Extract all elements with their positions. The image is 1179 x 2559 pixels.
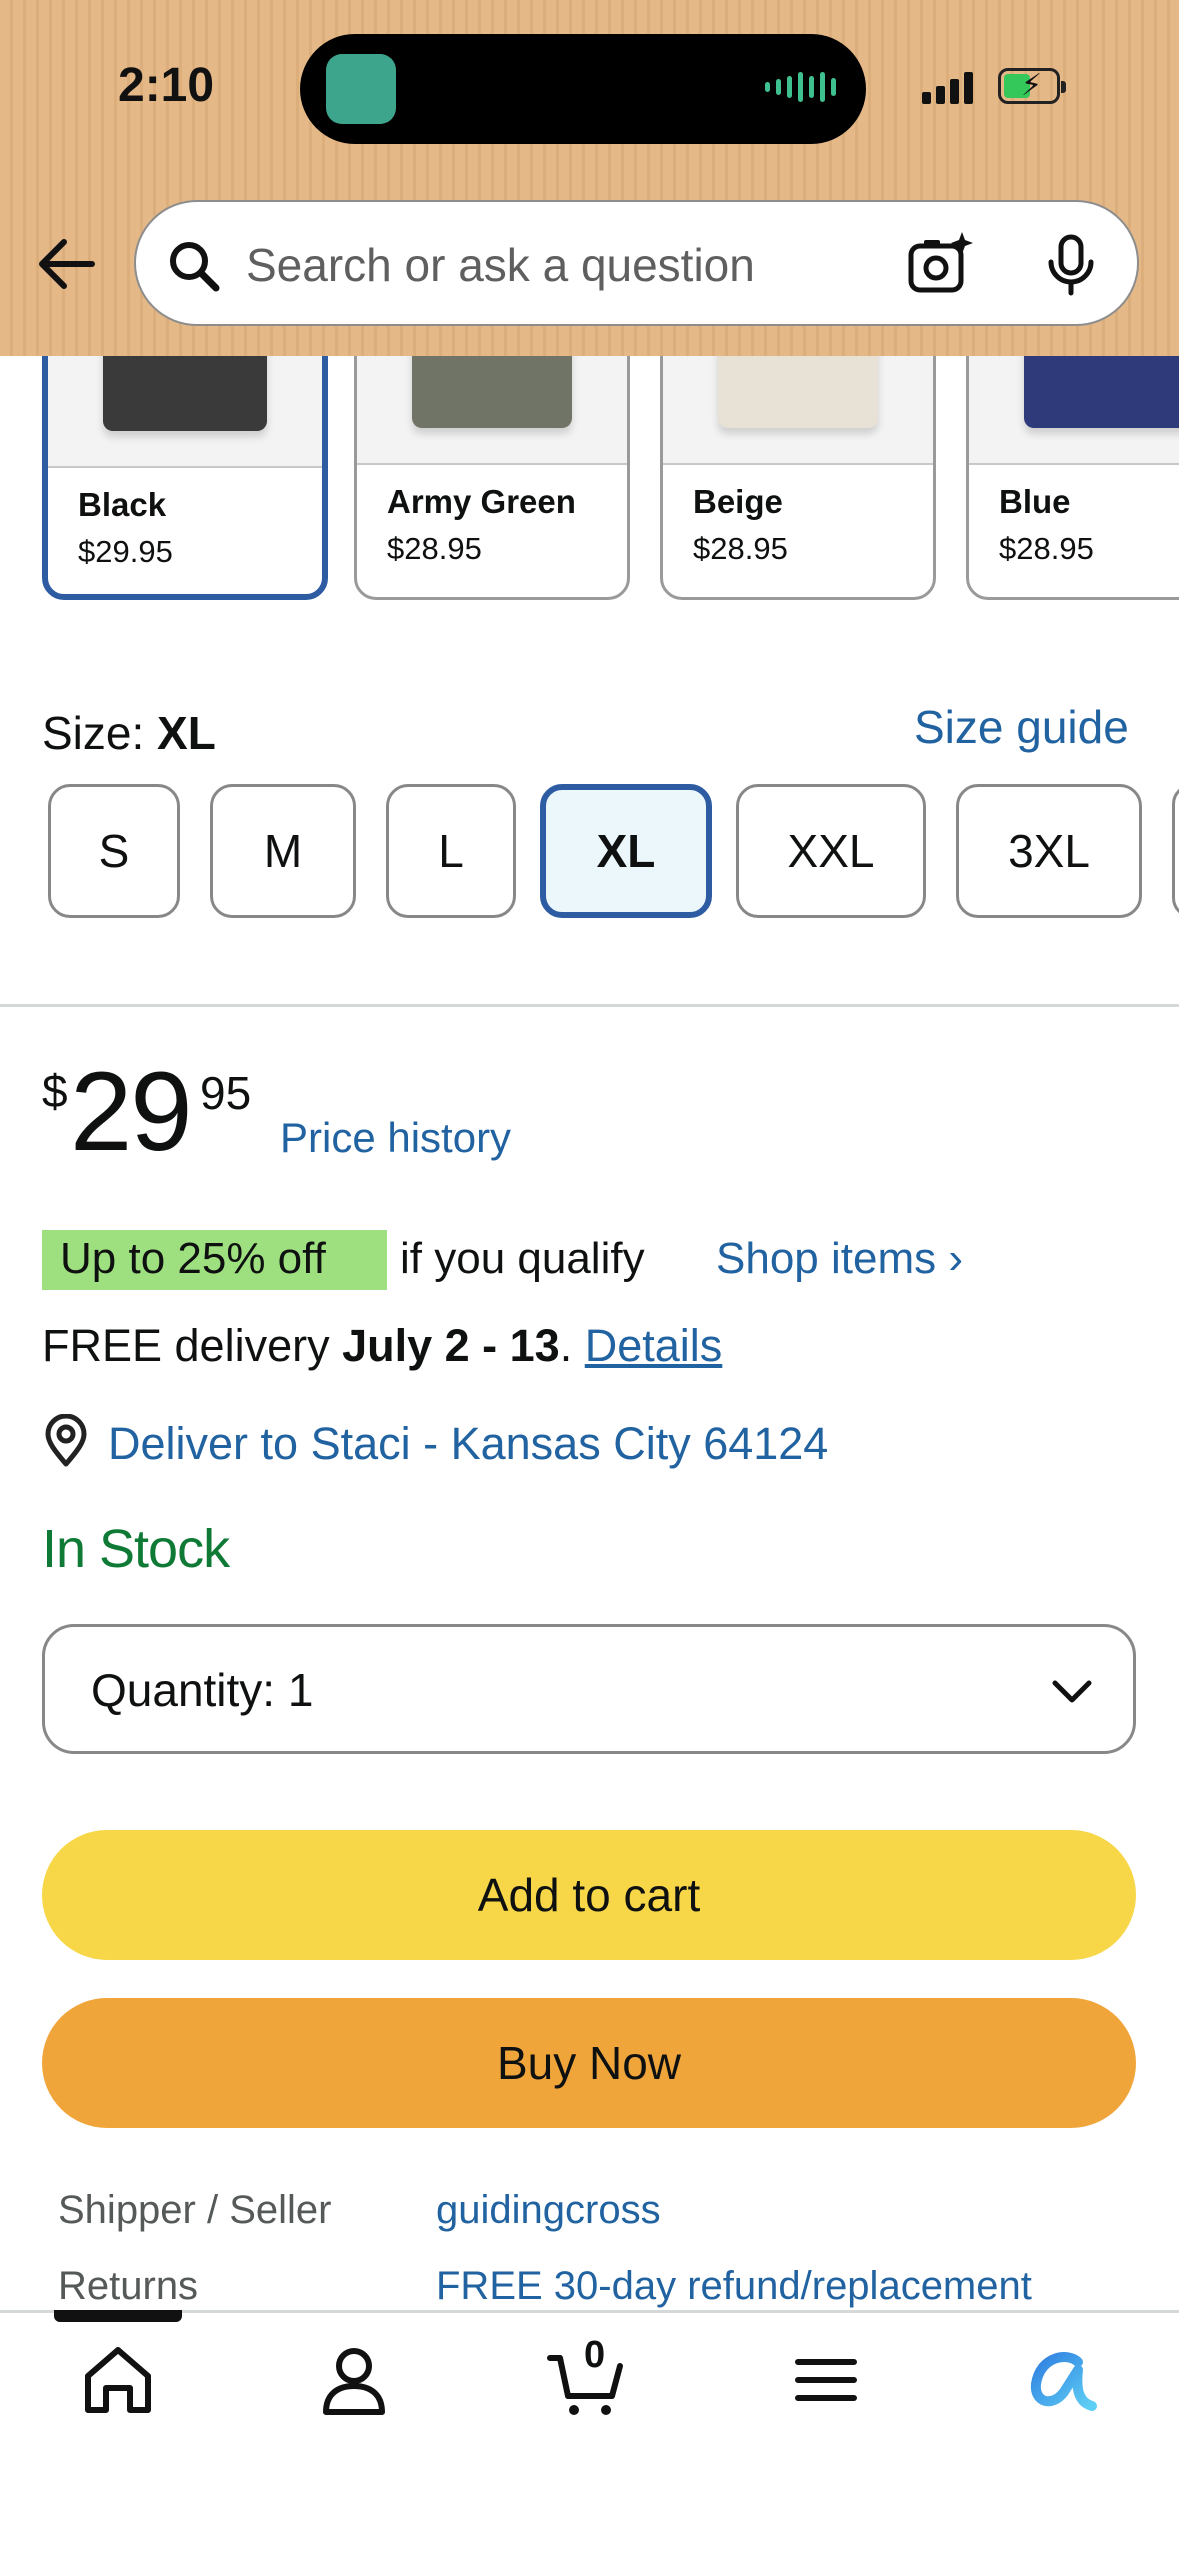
menu-icon[interactable] [786,2340,866,2420]
color-name: Army Green [387,483,576,520]
size-label-prefix: Size: [42,707,158,759]
cart-icon[interactable]: 0 [546,2334,626,2420]
seller-link[interactable]: guidingcross [436,2188,661,2233]
delivery-details-link[interactable]: Details [585,1320,723,1371]
size-label: Size: XL [42,706,216,760]
price-whole: 29 [70,1049,193,1174]
cellular-signal-icon [922,72,973,104]
returns-policy-link[interactable]: FREE 30-day refund/replacement [436,2264,1032,2309]
quantity-dropdown[interactable]: Quantity: 1 [42,1624,1136,1754]
color-name: Blue [999,483,1071,520]
delivery-info: FREE delivery July 2 - 13. Details [42,1320,722,1372]
color-price: $29.95 [78,534,173,569]
rufus-icon[interactable] [1022,2340,1102,2420]
deliver-to-link[interactable]: Deliver to Staci - Kansas City 64124 [108,1418,828,1470]
shipper-seller-label: Shipper / Seller [58,2188,332,2232]
price-history-link[interactable]: Price history [280,1114,511,1162]
size-option-l[interactable]: L [386,784,516,918]
delivery-dates: July 2 - 13 [342,1320,560,1371]
qualify-text: if you qualify [400,1234,645,1283]
microphone-icon[interactable] [1042,234,1100,296]
home-icon[interactable] [78,2340,158,2420]
price-currency: $ [42,1065,68,1117]
stock-status: In Stock [42,1519,230,1579]
battery-charging-icon: ⚡ [998,68,1066,104]
returns-label: Returns [58,2264,199,2308]
delivery-separator: . [559,1320,585,1371]
audio-waveform-icon [765,72,836,102]
cart-count: 0 [584,2334,606,2376]
size-option-m[interactable]: M [210,784,356,918]
quantity-label: Quantity: 1 [91,1664,314,1716]
color-name: Beige [693,483,783,520]
buy-now-button[interactable]: Buy Now [42,1998,1136,2128]
color-name: Black [78,486,167,523]
dynamic-island [300,34,866,144]
size-option-xl[interactable]: XL [540,784,712,918]
chevron-down-icon [1052,1680,1092,1703]
price-cents: 95 [200,1067,252,1119]
section-divider [0,1004,1179,1007]
selected-size-value: XL [157,707,216,759]
account-icon[interactable] [314,2340,394,2420]
delivery-prefix: FREE delivery [42,1320,343,1371]
search-icon [170,242,220,292]
search-input[interactable] [244,232,848,298]
location-pin-icon [45,1414,87,1467]
color-price: $28.95 [693,531,788,566]
search-bar[interactable] [134,200,1139,326]
size-option-more[interactable] [1172,784,1179,918]
size-option-xxl[interactable]: XXL [736,784,926,918]
size-option-3xl[interactable]: 3XL [956,784,1142,918]
active-tab-indicator [54,2310,182,2322]
shop-items-link[interactable]: Shop items › [716,1234,963,1284]
back-arrow-icon[interactable] [34,230,102,298]
camera-lens-icon[interactable] [906,230,974,298]
size-option-s[interactable]: S [48,784,180,918]
now-playing-artwork-icon [326,54,396,124]
app-header: 2:10 ⚡ [0,0,1179,356]
size-guide-link[interactable]: Size guide [914,700,1129,754]
color-price: $28.95 [387,531,482,566]
add-to-cart-button[interactable]: Add to cart [42,1830,1136,1960]
discount-badge-text: Up to 25% off [60,1234,326,1283]
color-price: $28.95 [999,531,1094,566]
status-time: 2:10 [118,59,215,112]
